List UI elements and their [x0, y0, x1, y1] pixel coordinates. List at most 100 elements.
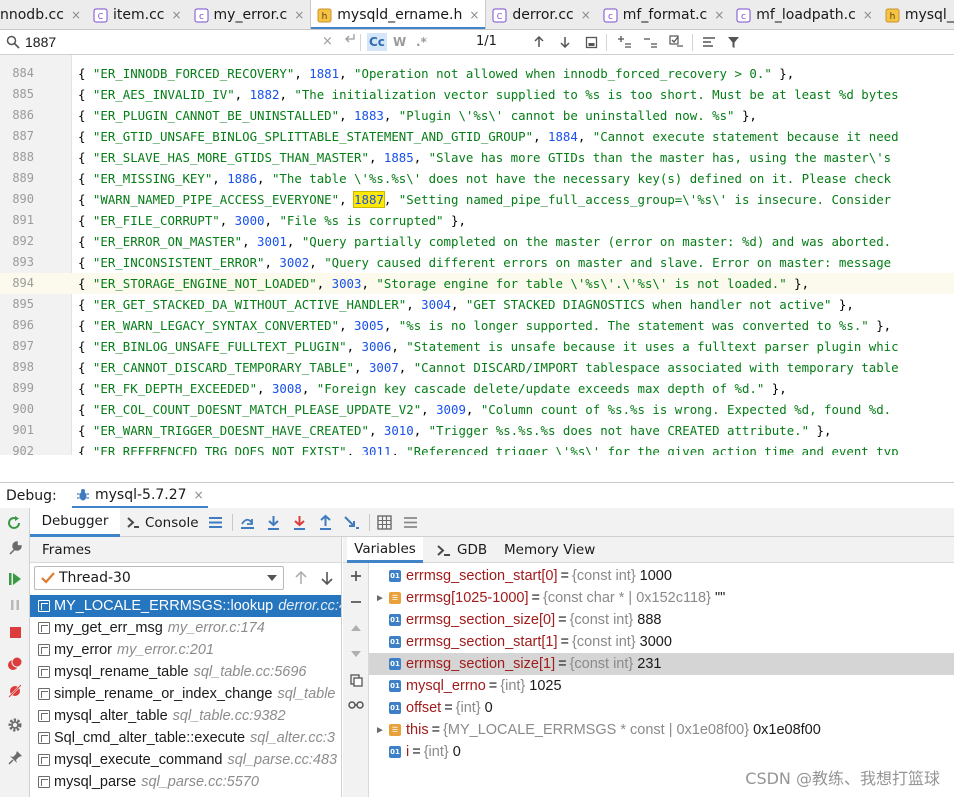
- remove-watch-button[interactable]: [347, 593, 365, 611]
- close-icon[interactable]: ×: [294, 8, 304, 22]
- select-all-matches-button[interactable]: [667, 33, 685, 51]
- stack-frame[interactable]: simple_rename_or_index_change sql_table: [30, 683, 341, 705]
- code-editor[interactable]: 884 { "ER_INNODB_FORCED_RECOVERY", 1881, …: [0, 55, 954, 455]
- search-input[interactable]: [25, 32, 315, 52]
- menu-icon[interactable]: [207, 514, 224, 531]
- tab-console[interactable]: Console: [127, 508, 203, 537]
- tab-debugger[interactable]: Debugger: [30, 508, 120, 537]
- tab-my-error-c[interactable]: c my_error.c ×: [188, 0, 311, 29]
- show-execution-point-icon[interactable]: [239, 514, 256, 531]
- stack-frame[interactable]: mysql_parse sql_parse.cc:5570: [30, 771, 341, 793]
- tab-innodb-cc[interactable]: nnodb.cc ×: [0, 0, 87, 29]
- search-icon[interactable]: [6, 35, 20, 49]
- mute-breakpoints-button[interactable]: [6, 682, 24, 700]
- code-line[interactable]: 902 { "ER_REFERENCED_TRG_DOES_NOT_EXIST",…: [0, 441, 954, 455]
- stack-frame[interactable]: MY_LOCALE_ERRMSGS::lookup derror.cc:4: [30, 595, 341, 617]
- tab-item-cc[interactable]: C item.cc ×: [87, 0, 188, 29]
- regex-toggle[interactable]: .*: [414, 33, 429, 51]
- variable-row[interactable]: 01 errmsg_section_size[1] = {const int} 231: [369, 653, 954, 675]
- close-icon[interactable]: ×: [863, 8, 873, 22]
- pause-button[interactable]: [6, 596, 24, 614]
- variable-row[interactable]: ► ☰ this = {MY_LOCALE_ERRMSGS * const | 0x1e…: [369, 719, 954, 741]
- stack-frame[interactable]: my_get_err_msg my_error.c:174: [30, 617, 341, 639]
- tab-gdb[interactable]: GDB: [437, 537, 487, 563]
- variable-row[interactable]: 01 mysql_errno = {int} 1025: [369, 675, 954, 697]
- stop-button[interactable]: [6, 623, 24, 641]
- evaluate-expression-icon[interactable]: [376, 514, 393, 531]
- words-toggle[interactable]: W: [391, 33, 408, 51]
- newline-icon[interactable]: [344, 33, 356, 45]
- filter-options-button[interactable]: [700, 33, 718, 51]
- code-line[interactable]: 890 { "WARN_NAMED_PIPE_ACCESS_EVERYONE", …: [0, 189, 954, 210]
- tab-variables[interactable]: Variables: [347, 537, 423, 563]
- arrow-down-icon[interactable]: [320, 571, 334, 585]
- add-occurrence-button[interactable]: [615, 33, 633, 51]
- run-to-cursor-icon[interactable]: [343, 514, 360, 531]
- close-icon[interactable]: ×: [171, 8, 181, 22]
- select-all-occurrences-button[interactable]: [582, 33, 600, 51]
- code-line[interactable]: 893 { "ER_INCONSISTENT_ERROR", 3002, "Que…: [0, 252, 954, 273]
- gear-button[interactable]: [6, 716, 24, 734]
- close-icon[interactable]: ×: [71, 8, 81, 22]
- tab-memory-view[interactable]: Memory View: [504, 537, 595, 563]
- stack-frame[interactable]: mysql_alter_table sql_table.cc:9382: [30, 705, 341, 727]
- expand-chevron-icon[interactable]: ►: [375, 593, 387, 604]
- variable-row[interactable]: 01 errmsg_section_start[0] = {const int} 100…: [369, 565, 954, 587]
- stack-frame[interactable]: mysql_rename_table sql_table.cc:5696: [30, 661, 341, 683]
- pin-button[interactable]: [6, 748, 24, 766]
- code-line[interactable]: 899 { "ER_FK_DEPTH_EXCEEDED", 3008, "Fore…: [0, 378, 954, 399]
- tab-mf-format-c[interactable]: c mf_format.c ×: [597, 0, 731, 29]
- previous-occurrence-button[interactable]: [530, 33, 548, 51]
- show-watches-button[interactable]: [347, 695, 365, 713]
- settings-button[interactable]: [6, 539, 24, 557]
- code-line[interactable]: 898 { "ER_CANNOT_DISCARD_TEMPORARY_TABLE"…: [0, 357, 954, 378]
- rerun-button[interactable]: [6, 514, 24, 532]
- tab-mysqld-ername-h[interactable]: h mysqld_ername.h ×: [310, 0, 487, 29]
- debug-session-tab[interactable]: mysql-5.7.27 ×: [72, 483, 208, 509]
- new-watch-button[interactable]: [347, 567, 365, 585]
- close-icon[interactable]: ×: [714, 8, 724, 22]
- arrow-up-icon[interactable]: [294, 571, 308, 585]
- resume-button[interactable]: [6, 570, 24, 588]
- code-line[interactable]: 900 { "ER_COL_COUNT_DOESNT_MATCH_PLEASE_U…: [0, 399, 954, 420]
- clear-search-icon[interactable]: ×: [322, 34, 333, 49]
- code-line[interactable]: 891 { "ER_FILE_CORRUPT", 3000, "File %s i…: [0, 210, 954, 231]
- tab-mysql-fi[interactable]: h mysql_fi: [879, 0, 954, 29]
- remove-occurrence-button[interactable]: [641, 33, 659, 51]
- match-case-toggle[interactable]: Cc: [367, 33, 387, 51]
- expand-chevron-icon[interactable]: ►: [375, 725, 387, 736]
- variable-row[interactable]: 01 i = {int} 0: [369, 741, 954, 763]
- step-into-icon[interactable]: [291, 514, 308, 531]
- code-line[interactable]: 886 { "ER_PLUGIN_CANNOT_BE_UNINSTALLED", …: [0, 105, 954, 126]
- move-down-button[interactable]: [347, 645, 365, 663]
- view-breakpoints-button[interactable]: [6, 655, 24, 673]
- variable-row[interactable]: 01 errmsg_section_size[0] = {const int} 888: [369, 609, 954, 631]
- code-line[interactable]: 888 { "ER_SLAVE_HAS_MORE_GTIDS_THAN_MASTE…: [0, 147, 954, 168]
- code-line[interactable]: 896 { "ER_WARN_LEGACY_SYNTAX_CONVERTED", …: [0, 315, 954, 336]
- tab-mf-loadpath-c[interactable]: c mf_loadpath.c ×: [730, 0, 879, 29]
- settings-list-icon[interactable]: [402, 514, 419, 531]
- stack-frame[interactable]: mysql_execute_command sql_parse.cc:483: [30, 749, 341, 771]
- stack-frame[interactable]: my_error my_error.c:201: [30, 639, 341, 661]
- code-line[interactable]: 894 { "ER_STORAGE_ENGINE_NOT_LOADED", 300…: [0, 273, 954, 294]
- close-icon[interactable]: ×: [194, 488, 204, 502]
- filter-button[interactable]: [724, 33, 742, 51]
- close-icon[interactable]: ×: [469, 8, 479, 22]
- step-over-icon[interactable]: [265, 514, 282, 531]
- code-line[interactable]: 892 { "ER_ERROR_ON_MASTER", 3001, "Query …: [0, 231, 954, 252]
- tab-derror-cc[interactable]: C derror.cc ×: [486, 0, 596, 29]
- copy-button[interactable]: [347, 671, 365, 689]
- stack-frame[interactable]: Sql_cmd_alter_table::execute sql_alter.cc…: [30, 727, 341, 749]
- code-line[interactable]: 901 { "ER_WARN_TRIGGER_DOESNT_HAVE_CREATE…: [0, 420, 954, 441]
- variable-row[interactable]: 01 offset = {int} 0: [369, 697, 954, 719]
- code-line[interactable]: 884 { "ER_INNODB_FORCED_RECOVERY", 1881, …: [0, 63, 954, 84]
- close-icon[interactable]: ×: [581, 8, 591, 22]
- thread-selector[interactable]: Thread-30: [34, 566, 284, 590]
- variable-row[interactable]: 01 errmsg_section_start[1] = {const int} 300…: [369, 631, 954, 653]
- code-line[interactable]: 889 { "ER_MISSING_KEY", 1886, "The table …: [0, 168, 954, 189]
- code-line[interactable]: 897 { "ER_BINLOG_UNSAFE_FULLTEXT_PLUGIN",…: [0, 336, 954, 357]
- variable-row[interactable]: ► ☰ errmsg[1025-1000] = {const char * | 0x15…: [369, 587, 954, 609]
- step-out-icon[interactable]: [317, 514, 334, 531]
- code-line[interactable]: 895 { "ER_GET_STACKED_DA_WITHOUT_ACTIVE_H…: [0, 294, 954, 315]
- next-occurrence-button[interactable]: [556, 33, 574, 51]
